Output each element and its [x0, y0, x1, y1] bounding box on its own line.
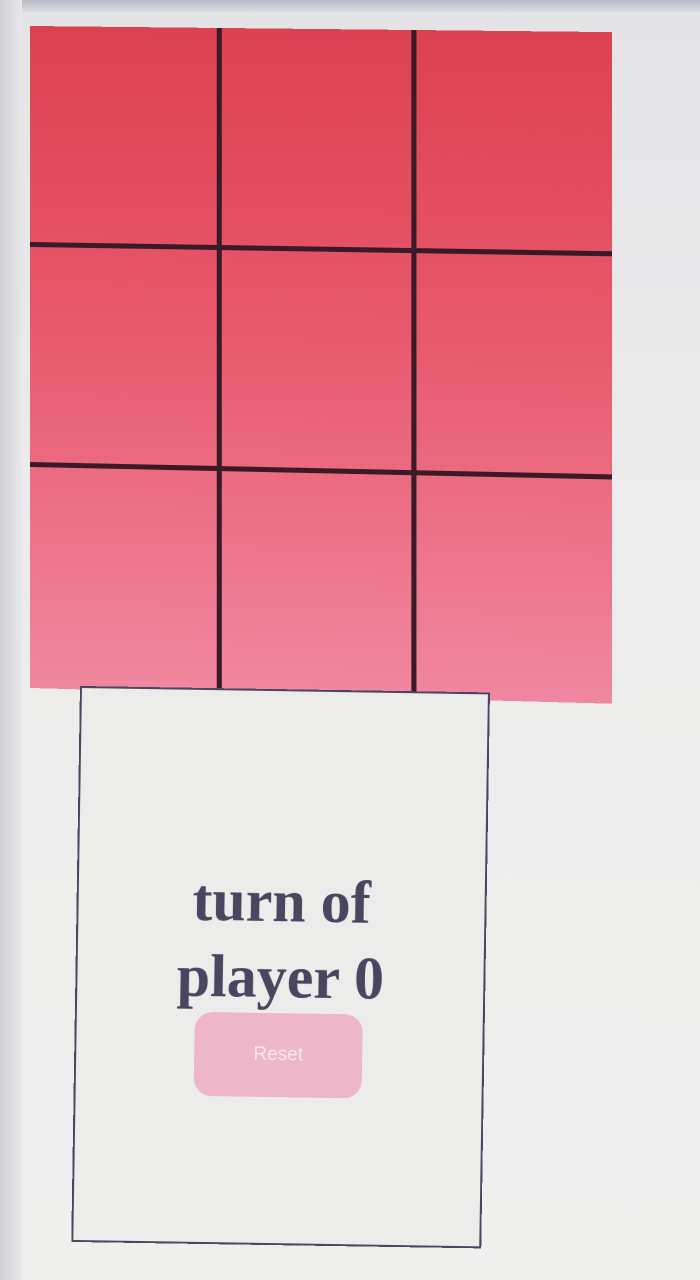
board-cell-4[interactable] [222, 249, 417, 476]
turn-indicator: turn of player 0 [176, 866, 385, 1012]
board-cell-0[interactable] [30, 26, 223, 250]
game-status-panel: turn of player 0 Reset [71, 686, 490, 1249]
board-cell-8[interactable] [416, 476, 612, 704]
screen-top-edge [0, 0, 700, 12]
board-cell-2[interactable] [416, 30, 612, 256]
board-cell-6[interactable] [30, 467, 223, 694]
board-cell-7[interactable] [222, 471, 417, 699]
board-cell-5[interactable] [416, 252, 612, 480]
board-cell-3[interactable] [30, 246, 223, 472]
board-cell-1[interactable] [222, 28, 417, 253]
screen-left-edge [0, 0, 22, 1280]
tic-tac-toe-board [30, 26, 612, 704]
reset-button[interactable]: Reset [193, 1011, 363, 1099]
